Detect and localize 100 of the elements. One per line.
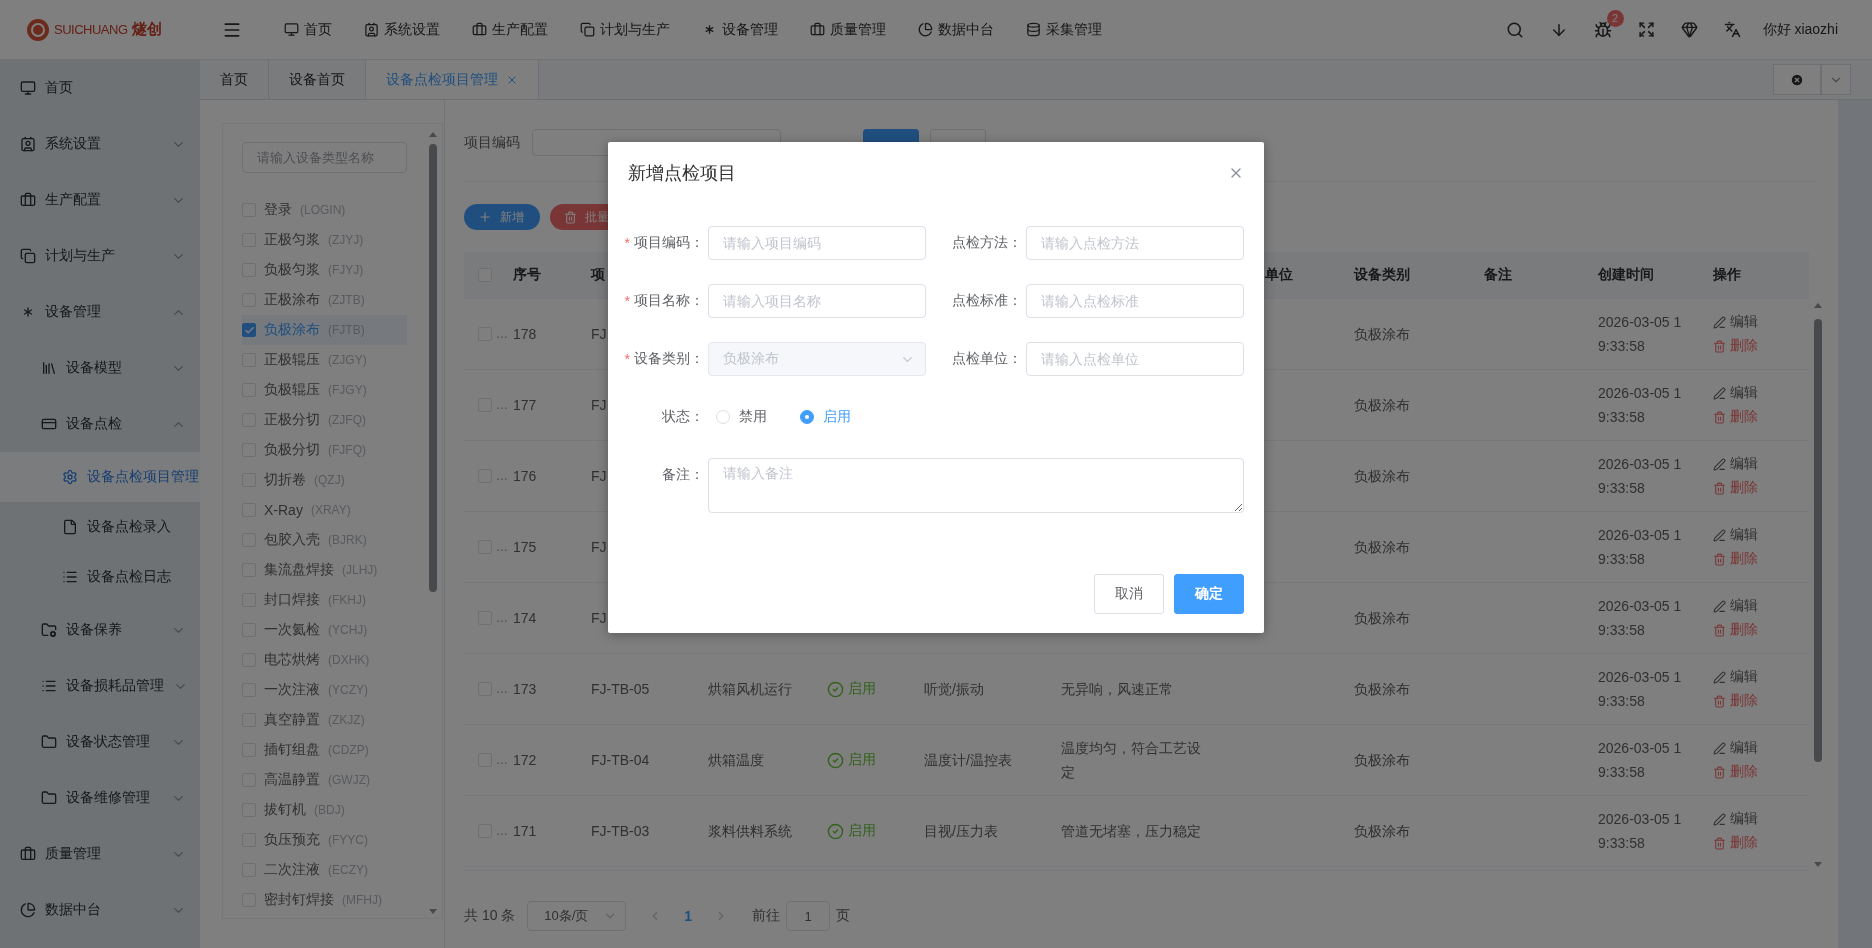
delete-link[interactable]: 删除	[1713, 692, 1758, 710]
table-cell-text: 烘箱风机运行	[708, 680, 792, 699]
sidebar-item[interactable]: 数据中台	[0, 882, 200, 938]
notification-badge: 2	[1606, 9, 1624, 27]
column-header: 备注	[1484, 266, 1512, 284]
sidebar-item[interactable]: 设备点检	[0, 396, 200, 452]
input-field[interactable]: 请输入项目名称	[708, 284, 926, 318]
edit-link[interactable]: 编辑	[1713, 526, 1758, 544]
table-cell-text: 2026-03-05 19:33:58	[1598, 597, 1683, 640]
input-field[interactable]: 请输入点检标准	[1026, 284, 1244, 318]
sidebar-item[interactable]: 设备损耗品管理	[0, 658, 200, 714]
sidebar-item[interactable]: 设备维修管理	[0, 770, 200, 826]
ellipsis-text: …	[496, 611, 508, 625]
table-cell-text: 174	[513, 609, 537, 628]
delete-link[interactable]: 删除	[1713, 621, 1758, 639]
remark-field[interactable]: 请输入备注	[708, 458, 1244, 513]
edit-link[interactable]: 编辑	[1713, 384, 1758, 402]
table-cell-text: FJ	[591, 325, 607, 344]
table-cell-text: 负极涂布	[1354, 751, 1410, 770]
table-cell-text: 烘箱温度	[708, 751, 764, 770]
sidebar-item[interactable]: 计划与生产	[0, 228, 200, 284]
field-label: 状态：	[662, 408, 704, 426]
column-header: 序号	[513, 266, 541, 284]
ellipsis-text: …	[496, 327, 508, 341]
required-mark: *	[624, 351, 630, 367]
table-cell-text: 178	[513, 325, 537, 344]
table-cell-text: 负极涂布	[1354, 396, 1410, 415]
column-header: 项	[591, 266, 605, 284]
sidebar-item[interactable]: 设备保养	[0, 602, 200, 658]
page-size-select[interactable]: 10条/页	[527, 901, 627, 931]
radio-option[interactable]: 禁用	[716, 408, 767, 426]
delete-link[interactable]: 删除	[1713, 408, 1758, 426]
nav-item[interactable]: 数据中台	[918, 20, 994, 39]
table-cell-text: 2026-03-05 19:33:58	[1598, 455, 1683, 498]
status-text: 启用	[848, 680, 876, 698]
confirm-button[interactable]: 确定	[1174, 574, 1244, 614]
table-cell-text: FJ	[591, 467, 607, 486]
nav-item[interactable]: 首页	[284, 20, 332, 39]
delete-link[interactable]: 删除	[1713, 479, 1758, 497]
sidebar-item[interactable]: 设备管理	[0, 284, 200, 340]
table-cell-text: 176	[513, 467, 537, 486]
input-field[interactable]: 请输入点检单位	[1026, 342, 1244, 376]
table-cell-text: FJ-TB-04	[591, 751, 650, 770]
goto-label: 前往	[752, 907, 781, 925]
ellipsis-text: …	[496, 824, 508, 838]
delete-link[interactable]: 删除	[1713, 763, 1758, 781]
sidebar-item[interactable]: 设备点检日志	[0, 552, 200, 602]
nav-item[interactable]: 系统设置	[364, 20, 440, 39]
table-cell-text: FJ	[591, 396, 607, 415]
tab[interactable]: 设备点检项目管理	[366, 60, 539, 99]
edit-link[interactable]: 编辑	[1713, 455, 1758, 473]
table-cell-text: 175	[513, 538, 537, 557]
cancel-button[interactable]: 取消	[1094, 574, 1164, 614]
nav-item[interactable]: 设备管理	[702, 20, 778, 39]
status-text: 启用	[848, 751, 876, 769]
edit-link[interactable]: 编辑	[1713, 313, 1758, 331]
ellipsis-text: …	[496, 398, 508, 412]
delete-link[interactable]: 删除	[1713, 834, 1758, 852]
delete-link[interactable]: 删除	[1713, 550, 1758, 568]
table-cell-text: 负极涂布	[1354, 325, 1410, 344]
sidebar-item[interactable]: 质量管理	[0, 826, 200, 882]
input-field[interactable]: 请输入项目编码	[708, 226, 926, 260]
add-button[interactable]: 新增	[464, 204, 540, 230]
table-cell-text: FJ-TB-03	[591, 822, 650, 841]
edit-link[interactable]: 编辑	[1713, 810, 1758, 828]
user-greeting[interactable]: 你好 xiaozhi	[1762, 20, 1838, 39]
delete-link[interactable]: 删除	[1713, 337, 1758, 355]
ellipsis-text: …	[496, 540, 508, 554]
field-label: 项目编码：	[634, 234, 704, 252]
table-cell-text: 2026-03-05 19:33:58	[1598, 526, 1683, 569]
table-cell-text: 负极涂布	[1354, 538, 1410, 557]
sidebar-item[interactable]: 系统设置	[0, 116, 200, 172]
edit-link[interactable]: 编辑	[1713, 739, 1758, 757]
field-label: 点检单位：	[952, 350, 1022, 368]
sidebar-item[interactable]: 设备点检项目管理	[0, 452, 200, 502]
logo-text: 燧创	[131, 20, 162, 39]
nav-item[interactable]: 计划与生产	[580, 20, 670, 39]
field-label: 点检标准：	[952, 292, 1022, 310]
sidebar-item[interactable]: 设备点检录入	[0, 502, 200, 552]
required-mark: *	[624, 293, 630, 309]
ellipsis-text: …	[496, 682, 508, 696]
page-number[interactable]: 1	[684, 908, 693, 924]
nav-item[interactable]: 生产配置	[472, 20, 548, 39]
edit-link[interactable]: 编辑	[1713, 597, 1758, 615]
nav-item[interactable]: 采集管理	[1026, 20, 1102, 39]
page-field[interactable]: 1	[786, 901, 831, 931]
sidebar-item[interactable]: 生产配置	[0, 172, 200, 228]
sidebar-item[interactable]: 设备模型	[0, 340, 200, 396]
radio-option[interactable]: 启用	[800, 408, 851, 426]
nav-item[interactable]: 质量管理	[810, 20, 886, 39]
input-field[interactable]: 请输入点检方法	[1026, 226, 1244, 260]
goto-suffix: 页	[836, 907, 851, 925]
sidebar-item[interactable]: 首页	[0, 60, 200, 116]
tab[interactable]: 首页	[200, 60, 269, 99]
sidebar-item[interactable]: 设备状态管理	[0, 714, 200, 770]
table-cell-text: 无异响，风速正常	[1061, 680, 1173, 699]
table-cell-text: 2026-03-05 19:33:58	[1598, 810, 1683, 853]
edit-link[interactable]: 编辑	[1713, 668, 1758, 686]
table-cell-text: 负极涂布	[1354, 609, 1410, 628]
filter-label: 项目编码	[464, 133, 520, 152]
